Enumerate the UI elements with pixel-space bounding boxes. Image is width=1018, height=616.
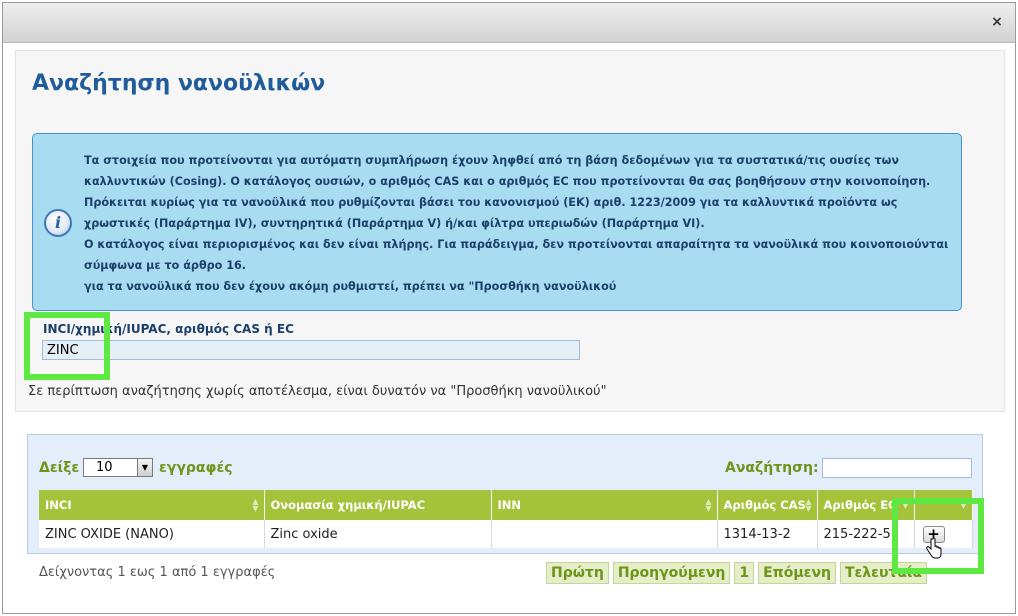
results-table: INCI ▲ ▼ Ονομασία χημική/IUPAC INN ▲ ▼ Αριθμ…: [39, 490, 973, 548]
info-line: καλλυντικών (Cosing). Ο κατάλογος ουσιών…: [84, 175, 931, 188]
sort-icon: ▲ ▼: [705, 497, 712, 513]
pager-first-button[interactable]: Πρώτη: [546, 562, 609, 584]
search-input[interactable]: [42, 340, 580, 360]
records-label: εγγραφές: [159, 460, 233, 476]
sort-icon: ▼: [960, 501, 967, 510]
column-header-label: INCI: [45, 498, 72, 512]
column-header-inci[interactable]: INCI ▲ ▼: [39, 490, 265, 520]
column-header-ec[interactable]: Αριθμός EC ▼: [817, 490, 915, 520]
info-icon: i: [44, 209, 72, 237]
sort-icon: ▲ ▼: [805, 497, 812, 513]
pager-page-1-button[interactable]: 1: [734, 562, 755, 584]
info-line: Ο κατάλογος είναι περιορισμένος και δεν …: [84, 238, 949, 251]
pager-previous-button[interactable]: Προηγούμενη: [612, 562, 731, 584]
column-header-cas[interactable]: Αριθμός CAS ▲ ▼: [717, 490, 818, 520]
results-panel: Δείξε 10 ▼ εγγραφές Αναζήτηση: INCI ▲ ▼ Ον…: [27, 434, 983, 584]
hand-cursor-icon: [926, 538, 942, 559]
info-line: σύμφωνα με το άρθρο 16.: [84, 259, 247, 272]
search-label: INCI/χημική/IUPAC, αριθμός CAS ή EC: [43, 322, 294, 336]
info-box: i Τα στοιχεία που προτείνονται για αυτόμ…: [32, 133, 962, 311]
search-panel: Αναζήτηση νανοϋλικών i Τα στοιχεία που π…: [15, 50, 1005, 412]
column-header-label: Αριθμός EC: [823, 498, 897, 512]
show-label: Δείξε: [39, 460, 80, 476]
page-size-value: 10: [96, 460, 113, 475]
pagination: Πρώτη Προηγούμενη 1 Επόμενη Τελευταία: [546, 562, 928, 584]
info-line: χρωστικές (Παράρτημα IV), συντηρητικά (Π…: [84, 217, 705, 230]
cell-chemical: Zinc oxide: [264, 520, 492, 548]
info-line: Τα στοιχεία που προτείνονται για αυτόματ…: [84, 154, 900, 167]
table-header-row: INCI ▲ ▼ Ονομασία χημική/IUPAC INN ▲ ▼ Αριθμ…: [39, 490, 973, 520]
filter-label: Αναζήτηση:: [725, 460, 819, 476]
no-result-hint: Σε περίπτωση αναζήτησης χωρίς αποτέλεσμα…: [28, 384, 607, 399]
pager-last-button[interactable]: Τελευταία: [839, 562, 928, 584]
dropdown-arrow-icon[interactable]: ▼: [137, 459, 152, 476]
page-size-select[interactable]: 10 ▼: [83, 458, 153, 477]
close-icon[interactable]: ×: [989, 14, 1005, 30]
table-row: ZINC OXIDE (NANO) Zinc oxide 1314-13-2 2…: [39, 520, 973, 548]
pager-next-button[interactable]: Επόμενη: [758, 562, 836, 584]
sort-icon: ▲ ▼: [252, 497, 259, 513]
filter-input[interactable]: [822, 458, 972, 478]
cell-inci: ZINC OXIDE (NANO): [39, 520, 265, 548]
dialog-titlebar: ×: [3, 3, 1015, 43]
column-header-action: ▼: [914, 490, 973, 520]
column-header-label: Αριθμός CAS: [723, 498, 806, 512]
info-line: Πρόκειται κυρίως για τα νανοϋλικά που ρυ…: [84, 196, 898, 209]
info-line: για τα νανοϋλικά που δεν έχουν ακόμη ρυθ…: [84, 280, 617, 293]
cell-ec: 215-222-5: [817, 520, 915, 548]
column-header-inn[interactable]: INN ▲ ▼: [491, 490, 718, 520]
cell-cas: 1314-13-2: [717, 520, 818, 548]
page-title: Αναζήτηση νανοϋλικών: [32, 71, 326, 96]
column-header-label: Ονομασία χημική/IUPAC: [270, 498, 426, 512]
table-info: Δείχνοντας 1 εως 1 από 1 εγγραφές: [39, 565, 276, 580]
sort-icon: ▼: [902, 501, 909, 510]
info-text: Τα στοιχεία που προτείνονται για αυτόματ…: [84, 150, 959, 297]
column-header-label: INN: [497, 498, 522, 512]
column-header-chemical[interactable]: Ονομασία χημική/IUPAC: [264, 490, 492, 520]
cell-inn: [491, 520, 718, 548]
cell-action: +: [914, 520, 973, 548]
